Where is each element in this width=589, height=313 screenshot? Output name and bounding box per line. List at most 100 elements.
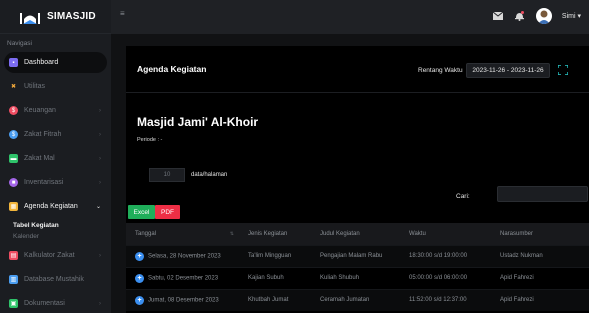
tools-icon: ✖	[10, 84, 17, 90]
cell-narasumber: Apid Fahrezi	[491, 288, 589, 311]
column-header-narasumber[interactable]: Narasumber	[491, 223, 589, 245]
sidebar-item-label: Dokumentasi	[24, 300, 65, 307]
cell-judul: Kuliah Shubuh	[311, 266, 400, 289]
sidebar-item-label: Keuangan	[24, 107, 56, 114]
sidebar-item-label: Zakat Fitrah	[24, 131, 62, 138]
user-menu[interactable]: Simi ▾	[562, 12, 581, 20]
cell-waktu: 11:52:00 s/d 12:37:00	[400, 288, 491, 311]
sidebar-item-dokumentasi[interactable]: ▣ Dokumentasi ›	[0, 293, 111, 313]
sidebar-item-zakat-mal[interactable]: ▬ Zakat Mal ›	[0, 148, 111, 169]
export-pdf-button[interactable]: PDF	[155, 205, 180, 219]
sidebar-item-label: Kalkulator Zakat	[24, 252, 75, 259]
money-bill-icon: ▬	[9, 154, 18, 163]
cell-text: Selasa, 28 November 2023	[148, 253, 221, 259]
table-row[interactable]: + Sabtu, 02 Desember 2023 Kajian Subuh Ku…	[126, 266, 589, 289]
calculator-icon: ▤	[9, 251, 18, 260]
agenda-table: Tanggal ⇅ Jenis Kegiatan Judul Kegiatan W…	[126, 223, 589, 311]
search-label: Cari:	[456, 193, 470, 200]
sort-icon: ⇅	[229, 231, 234, 237]
sidebar-item-keuangan[interactable]: $ Keuangan ›	[0, 100, 111, 121]
column-header-judul-kegiatan[interactable]: Judul Kegiatan	[311, 223, 400, 245]
chevron-right-icon: ›	[99, 252, 101, 259]
cell-narasumber: Apid Fahrezi	[491, 266, 589, 289]
image-icon: ▣	[9, 299, 18, 308]
periode-text: Periode : -	[137, 137, 163, 143]
per-page-label: data/halaman	[191, 172, 228, 178]
chevron-right-icon: ›	[99, 155, 101, 162]
cell-jenis: Kajian Subuh	[239, 266, 311, 289]
chevron-right-icon: ›	[99, 131, 101, 138]
cell-judul: Ceramah Jumatan	[311, 288, 400, 311]
expand-row-icon[interactable]: +	[135, 251, 144, 261]
topbar: ≡ Simi ▾	[111, 0, 589, 34]
sidebar-item-dashboard[interactable]: ▪ Dashboard	[4, 52, 107, 73]
sidebar-item-label: Inventarisasi	[24, 179, 64, 186]
topbar-actions: Simi ▾	[492, 8, 581, 24]
zakat-icon: $	[9, 130, 18, 139]
cell-tanggal: + Sabtu, 02 Desember 2023	[126, 266, 239, 289]
cell-jenis: Ta'lim Mingguan	[239, 244, 311, 267]
nav-section-label: Navigasi	[7, 40, 32, 47]
cell-jenis: Khutbah Jumat	[239, 288, 311, 311]
chevron-right-icon: ›	[99, 107, 101, 114]
agenda-card: Agenda Kegiatan Rentang Waktu 2023-11-26…	[126, 46, 589, 313]
user-name: Simi	[561, 13, 576, 20]
mosque-logo-icon	[20, 12, 40, 24]
sidebar-item-utilitas[interactable]: ✖ Utilitas	[0, 76, 111, 97]
page-title: Agenda Kegiatan	[137, 64, 207, 74]
avatar[interactable]	[535, 8, 552, 24]
export-excel-button[interactable]: Excel	[128, 205, 155, 219]
sidebar-item-label: Dashboard	[24, 59, 59, 66]
table-header-row: Tanggal ⇅ Jenis Kegiatan Judul Kegiatan W…	[126, 223, 589, 245]
table-row[interactable]: + Jumat, 08 Desember 2023 Khutbah Jumat C…	[126, 288, 589, 311]
cell-narasumber: Ustadz Nukman	[491, 244, 589, 267]
sidebar-item-label: Agenda Kegiatan	[24, 203, 78, 210]
mail-icon[interactable]	[492, 10, 504, 22]
box-icon: ■	[9, 178, 18, 187]
column-header-tanggal[interactable]: Tanggal ⇅	[126, 223, 239, 245]
sidebar-item-database-mustahik[interactable]: ▥ Database Mustahik	[0, 269, 111, 290]
column-header-waktu[interactable]: Waktu	[400, 223, 491, 245]
fullscreen-icon[interactable]	[558, 65, 568, 75]
column-header-label: Judul Kegiatan	[320, 230, 360, 237]
database-icon: ▥	[9, 275, 18, 284]
date-range-label: Rentang Waktu	[418, 67, 463, 74]
sidebar-item-label: Zakat Mal	[24, 155, 55, 162]
column-header-label: Jenis Kegiatan	[248, 230, 288, 237]
main-content: Agenda Kegiatan Rentang Waktu 2023-11-26…	[111, 34, 589, 313]
sidebar-item-inventarisasi[interactable]: ■ Inventarisasi ›	[0, 172, 111, 193]
column-header-label: Narasumber	[500, 230, 534, 237]
sidebar-item-zakat-fitrah[interactable]: $ Zakat Fitrah ›	[0, 124, 111, 145]
search-input[interactable]	[497, 186, 588, 202]
chevron-right-icon: ›	[99, 179, 101, 186]
column-header-label: Waktu	[409, 230, 426, 237]
cell-text: Sabtu, 02 Desember 2023	[148, 275, 219, 281]
cell-waktu: 18:30:00 s/d 19:00:00	[400, 244, 491, 267]
cell-tanggal: + Jumat, 08 Desember 2023	[126, 288, 239, 311]
sidebar-item-agenda-kegiatan[interactable]: ▦ Agenda Kegiatan ⌄	[0, 196, 111, 217]
column-header-label: Tanggal	[135, 230, 157, 237]
date-range-input[interactable]: 2023-11-26 - 2023-11-26	[466, 63, 550, 78]
expand-row-icon[interactable]: +	[135, 273, 144, 283]
menu-toggle-icon[interactable]: ≡	[120, 9, 125, 18]
agenda-submenu: Tabel Kegiatan Kalender	[0, 220, 111, 242]
expand-row-icon[interactable]: +	[135, 295, 144, 305]
column-header-jenis-kegiatan[interactable]: Jenis Kegiatan	[239, 223, 311, 245]
cell-tanggal: + Selasa, 28 November 2023	[126, 244, 239, 267]
calendar-icon: ▦	[9, 202, 18, 211]
dashboard-icon: ▪	[9, 58, 18, 67]
submenu-item-kalender[interactable]: Kalender	[13, 231, 111, 242]
sidebar-item-kalkulator-zakat[interactable]: ▤ Kalkulator Zakat ›	[0, 245, 111, 266]
money-icon: $	[9, 106, 18, 115]
table-row[interactable]: + Selasa, 28 November 2023 Ta'lim Minggua…	[126, 244, 589, 267]
per-page-select[interactable]: 10	[149, 168, 185, 182]
submenu-item-tabel-kegiatan[interactable]: Tabel Kegiatan	[13, 220, 111, 231]
mosque-name: Masjid Jami' Al-Khoir	[137, 115, 259, 129]
cell-waktu: 05:00:00 s/d 06:00:00	[400, 266, 491, 289]
bell-icon[interactable]	[514, 10, 526, 22]
card-header: Agenda Kegiatan Rentang Waktu 2023-11-26…	[126, 46, 589, 93]
brand-name: SIMASJID	[47, 11, 96, 22]
cell-text: Jumat, 08 Desember 2023	[148, 297, 219, 304]
chevron-right-icon: ›	[99, 300, 101, 307]
brand[interactable]: SIMASJID	[0, 0, 111, 34]
